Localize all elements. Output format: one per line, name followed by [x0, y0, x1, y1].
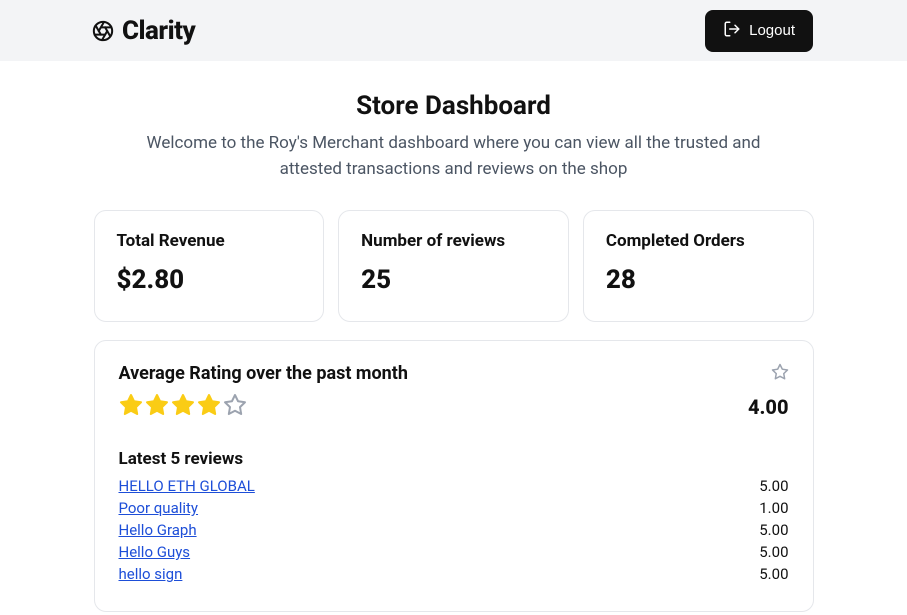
rating-value: 4.00	[748, 395, 789, 419]
review-row: Hello Graph 5.00	[119, 519, 789, 541]
stat-label: Total Revenue	[117, 231, 302, 251]
review-link[interactable]: hello sign	[119, 565, 183, 583]
review-score: 5.00	[759, 543, 788, 561]
review-score: 5.00	[759, 477, 788, 495]
star-filled-icon	[119, 393, 143, 421]
review-row: Hello Guys 5.00	[119, 541, 789, 563]
review-score: 5.00	[759, 521, 788, 539]
topbar: Clarity Logout	[0, 0, 907, 61]
review-row: Poor quality 1.00	[119, 497, 789, 519]
star-filled-icon	[171, 393, 195, 421]
stat-label: Completed Orders	[606, 231, 791, 251]
latest-reviews-title: Latest 5 reviews	[119, 449, 789, 469]
review-score: 5.00	[759, 565, 788, 583]
stars-container	[119, 393, 247, 421]
stat-label: Number of reviews	[361, 231, 546, 251]
review-row: HELLO ETH GLOBAL 5.00	[119, 475, 789, 497]
review-link[interactable]: HELLO ETH GLOBAL	[119, 477, 255, 495]
stats-row: Total Revenue $2.80 Number of reviews 25…	[94, 210, 814, 322]
logout-label: Logout	[749, 22, 795, 39]
stat-value: $2.80	[117, 265, 302, 295]
brand: Clarity	[92, 16, 195, 46]
review-score: 1.00	[759, 499, 788, 517]
stat-value: 25	[361, 265, 546, 295]
reviews-list: HELLO ETH GLOBAL 5.00 Poor quality 1.00 Hell…	[119, 475, 789, 585]
ratings-title: Average Rating over the past month	[119, 363, 408, 384]
page-subtitle: Welcome to the Roy's Merchant dashboard …	[94, 131, 814, 182]
ratings-row: 4.00	[119, 393, 789, 421]
stat-card-revenue: Total Revenue $2.80	[94, 210, 325, 322]
brand-name: Clarity	[122, 16, 195, 46]
star-filled-icon	[145, 393, 169, 421]
star-empty-icon	[223, 393, 247, 421]
logout-icon	[723, 20, 741, 42]
stat-card-reviews: Number of reviews 25	[338, 210, 569, 322]
page-title: Store Dashboard	[94, 91, 814, 121]
star-filled-icon	[197, 393, 221, 421]
main-container: Store Dashboard Welcome to the Roy's Mer…	[94, 61, 814, 612]
review-link[interactable]: Hello Guys	[119, 543, 191, 561]
stat-value: 28	[606, 265, 791, 295]
review-link[interactable]: Hello Graph	[119, 521, 197, 539]
ratings-card: Average Rating over the past month 4.00 …	[94, 340, 814, 612]
ratings-header: Average Rating over the past month	[119, 363, 789, 385]
review-link[interactable]: Poor quality	[119, 499, 199, 517]
logout-button[interactable]: Logout	[705, 10, 813, 52]
aperture-icon	[92, 20, 114, 42]
stat-card-orders: Completed Orders 28	[583, 210, 814, 322]
star-outline-icon	[771, 363, 789, 385]
review-row: hello sign 5.00	[119, 563, 789, 585]
